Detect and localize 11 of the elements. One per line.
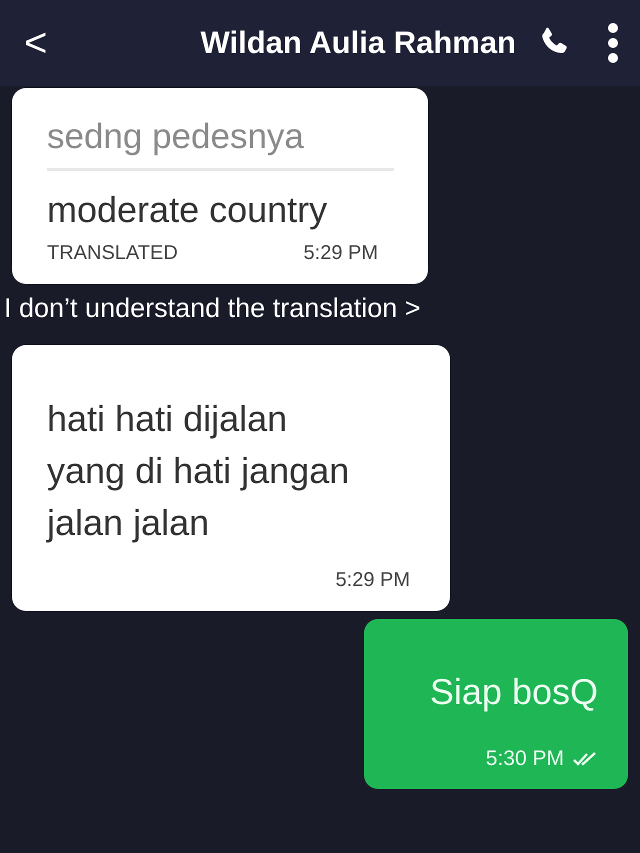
translated-label: TRANSLATED bbox=[47, 241, 178, 266]
contact-name: Wildan Aulia Rahman bbox=[200, 24, 516, 62]
translated-text: moderate country bbox=[47, 189, 328, 230]
timestamp: 5:29 PM bbox=[304, 241, 378, 266]
translation-feedback-link[interactable]: I don’t understand the translation > bbox=[4, 288, 421, 329]
timestamp: 5:29 PM bbox=[336, 568, 410, 594]
message-text: Siap bosQ bbox=[428, 670, 598, 714]
original-text: sedng pedesnya bbox=[47, 116, 305, 158]
timestamp: 5:30 PM bbox=[486, 746, 564, 772]
back-button[interactable]: < bbox=[16, 23, 56, 63]
message-text: hati hati dijalan yang di hati jangan jalan jalan bbox=[47, 396, 350, 546]
